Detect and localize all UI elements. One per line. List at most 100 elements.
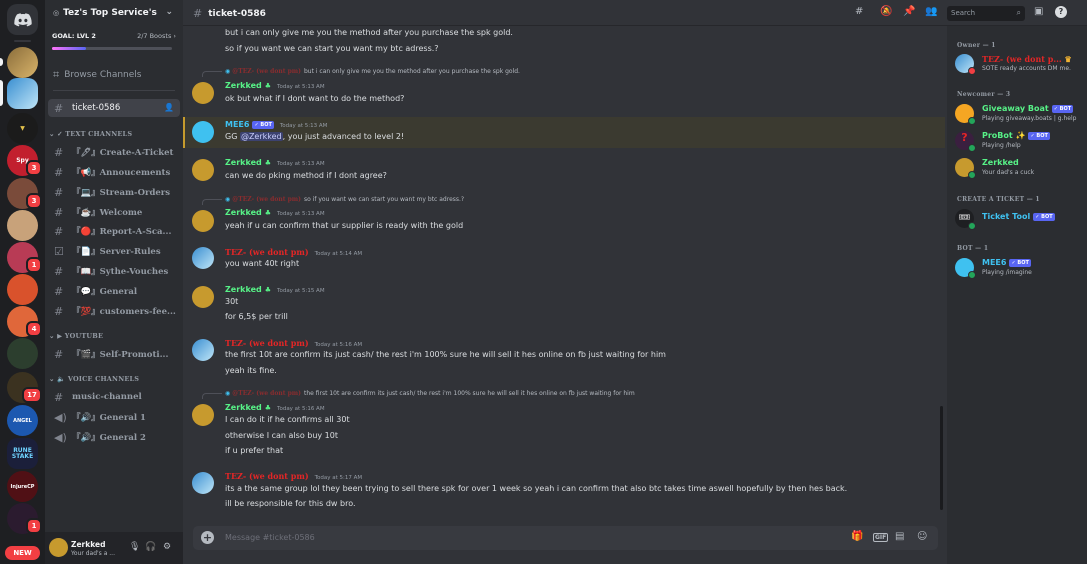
reply-preview[interactable]: ◉ @TEZ- (we dont pm) so if you want we can… bbox=[225, 196, 464, 203]
voice-channel-item[interactable]: ◀) 『🔊』General 1 bbox=[48, 408, 180, 426]
channel-item[interactable]: # 『☕』Welcome bbox=[48, 203, 180, 221]
avatar[interactable] bbox=[49, 538, 68, 557]
avatar[interactable] bbox=[192, 159, 214, 181]
message-text: for 6,5$ per trill bbox=[225, 312, 288, 321]
boost-count: 2/7 Boosts › bbox=[137, 32, 176, 40]
channel-item[interactable]: ☑ 『📄』Server-Rules bbox=[48, 242, 180, 260]
member-item[interactable]: MEE6 ✓ BOT Playing /imagine bbox=[955, 256, 1083, 280]
avatar[interactable] bbox=[192, 121, 214, 143]
message-author[interactable]: TEZ- (we dont pm) Today at 5:14 AM bbox=[225, 247, 362, 257]
member-item[interactable]: TEZ- (we dont p... ♛ SOTE ready accounts… bbox=[955, 52, 1083, 76]
channel-item[interactable]: # 『💻』Stream-Orders bbox=[48, 183, 180, 201]
channel-label: 『💻』Stream-Orders bbox=[72, 188, 171, 198]
server-icon[interactable] bbox=[7, 274, 38, 305]
channel-ticket-0586[interactable]: # ticket-0586 👤 bbox=[48, 99, 180, 117]
channel-label: 『💬』General bbox=[72, 287, 138, 297]
search-input[interactable]: Search ⌕ bbox=[947, 6, 1025, 21]
avatar[interactable] bbox=[192, 247, 214, 269]
category-youtube[interactable]: ⌄ ▶ YOUTUBE bbox=[49, 332, 103, 340]
reply-preview[interactable]: ◉ @TEZ- (we dont pm) but i can only give m… bbox=[225, 68, 520, 75]
member-item[interactable]: Giveaway Boat ✓ BOT Playing giveaway.boat… bbox=[955, 102, 1083, 126]
gif-icon[interactable]: GIF bbox=[873, 533, 889, 542]
browse-channels[interactable]: ⌗ Browse Channels bbox=[53, 68, 141, 82]
hashtag-icon: # bbox=[54, 224, 64, 238]
member-item[interactable]: ? ProBot ✨ ✓ BOT Playing /help bbox=[955, 129, 1083, 153]
message-author[interactable]: Zerkked ♣ Today at 5:13 AM bbox=[225, 81, 325, 90]
boost-goal-label: GOAL: LVL 2 bbox=[52, 32, 96, 40]
boost-goal[interactable]: GOAL: LVL 2 2/7 Boosts › bbox=[52, 32, 176, 40]
message-text: yeah its fine. bbox=[225, 366, 277, 375]
category-text-channels[interactable]: ⌄ ✓ TEXT CHANNELS bbox=[49, 130, 132, 138]
message: ◉ @TEZ- (we dont pm) but i can only give m… bbox=[183, 66, 945, 110]
server-header[interactable]: ◎ Tez's Top Service's ⌄ bbox=[45, 0, 183, 26]
message-author[interactable]: Zerkked ♣ Today at 5:13 AM bbox=[225, 158, 325, 167]
mention-badge: 17 bbox=[22, 387, 42, 403]
channel-item[interactable]: # 『🔴』Report-A-Sca... bbox=[48, 222, 180, 240]
channel-item[interactable]: # 『📖』Sythe-Vouches bbox=[48, 262, 180, 280]
voice-channel-item[interactable]: ◀) 『🔊』General 2 bbox=[48, 428, 180, 446]
channel-item[interactable]: # 『💯』customers-fee... bbox=[48, 302, 180, 320]
channel-item[interactable]: # 『🎬』Self-Promoti... bbox=[48, 345, 180, 363]
members-icon[interactable]: 👥 bbox=[925, 6, 937, 17]
channel-item[interactable]: # 『🖊』Create-A-Ticket bbox=[48, 143, 180, 161]
message-author[interactable]: Zerkked ♣ Today at 5:16 AM bbox=[225, 403, 325, 412]
chat-scrollbar[interactable] bbox=[940, 406, 943, 510]
emoji-icon[interactable]: ☺ bbox=[917, 531, 927, 542]
server-icon[interactable] bbox=[7, 338, 38, 369]
channel-item[interactable]: # 『💬』General bbox=[48, 282, 180, 300]
settings-icon[interactable]: ⚙ bbox=[163, 542, 171, 552]
server-icon-runestake[interactable]: RUNE STAKE bbox=[7, 438, 38, 469]
channel-item[interactable]: # music-channel bbox=[48, 388, 180, 406]
gift-icon[interactable]: 🎁 bbox=[851, 531, 863, 542]
category-voice-channels[interactable]: ⌄ 🔈 VOICE CHANNELS bbox=[49, 375, 139, 383]
server-icon-active[interactable] bbox=[7, 78, 38, 109]
headphones-icon[interactable]: 🎧 bbox=[145, 542, 156, 552]
server-icon[interactable] bbox=[7, 210, 38, 241]
avatar[interactable] bbox=[192, 339, 214, 361]
discord-logo-icon[interactable] bbox=[7, 4, 38, 35]
server-list-separator bbox=[14, 40, 31, 42]
inbox-icon[interactable]: ▣ bbox=[1034, 6, 1043, 17]
reply-spine bbox=[202, 71, 222, 77]
online-status-icon bbox=[968, 171, 976, 179]
member-status: Playing /imagine bbox=[982, 269, 1032, 276]
message-author[interactable]: Zerkked ♣ Today at 5:15 AM bbox=[225, 285, 325, 294]
server-icon[interactable]: ▼ bbox=[7, 113, 38, 144]
message-author[interactable]: Zerkked ♣ Today at 5:13 AM bbox=[225, 208, 325, 217]
member-item[interactable]: 🎟 Ticket Tool ✓ BOT bbox=[955, 207, 1083, 231]
channel-title: # ticket-0586 bbox=[193, 7, 266, 20]
server-icon-injurecp[interactable]: InjureCP bbox=[7, 471, 38, 502]
avatar[interactable] bbox=[192, 82, 214, 104]
mute-icon[interactable]: 🔕 bbox=[880, 6, 892, 17]
message-composer[interactable]: + Message #ticket-0586 🎁 GIF ▤ ☺ bbox=[193, 526, 938, 550]
message-author[interactable]: MEE6 ✓ BOT Today at 5:13 AM bbox=[225, 120, 327, 129]
sticker-icon[interactable]: ▤ bbox=[895, 531, 904, 542]
bot-badge: ✓ BOT bbox=[1051, 104, 1074, 113]
message-author[interactable]: TEZ- (we dont pm) Today at 5:16 AM bbox=[225, 338, 362, 348]
avatar[interactable] bbox=[192, 472, 214, 494]
bot-badge: ✓ BOT bbox=[1033, 212, 1055, 221]
new-servers-button[interactable]: NEW bbox=[5, 546, 40, 560]
server-icon[interactable]: ANGEL bbox=[7, 405, 38, 436]
add-member-icon[interactable]: 👤 bbox=[164, 103, 174, 112]
member-name: MEE6 ✓ BOT bbox=[982, 258, 1031, 267]
add-attachment-icon[interactable]: + bbox=[201, 531, 214, 544]
online-status-icon bbox=[968, 144, 976, 152]
channel-item[interactable]: # 『📢』Annoucements bbox=[48, 163, 180, 181]
message-author[interactable]: TEZ- (we dont pm) Today at 5:17 AM bbox=[225, 471, 362, 481]
pin-icon[interactable]: 📌 bbox=[903, 6, 915, 17]
avatar[interactable] bbox=[192, 210, 214, 232]
reply-preview[interactable]: ◉ @TEZ- (we dont pm) the first 10t are con… bbox=[225, 390, 635, 397]
member-item[interactable]: Zerkked Your dad's a cuck bbox=[955, 156, 1083, 180]
mic-icon[interactable]: 🎙 bbox=[129, 542, 140, 552]
server-badge-icon: ◎ bbox=[53, 9, 60, 17]
server-icon[interactable] bbox=[7, 47, 38, 78]
avatar[interactable] bbox=[192, 286, 214, 308]
online-status-icon bbox=[968, 222, 976, 230]
message: TEZ- (we dont pm) Today at 5:16 AM the fi… bbox=[183, 337, 945, 381]
avatar[interactable] bbox=[192, 404, 214, 426]
message-text: but i can only give me you the method af… bbox=[225, 28, 513, 37]
help-icon[interactable]: ? bbox=[1055, 6, 1067, 18]
message-input[interactable]: Message #ticket-0586 bbox=[225, 533, 315, 542]
threads-icon[interactable]: # bbox=[855, 6, 863, 17]
